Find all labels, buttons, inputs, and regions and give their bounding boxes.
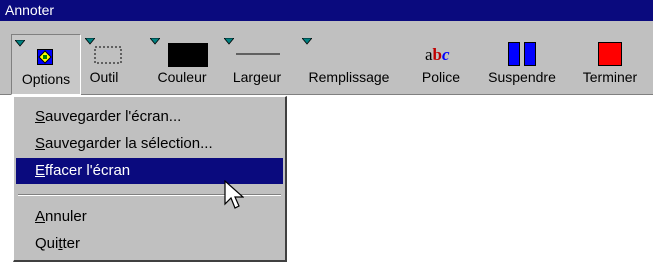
dropdown-arrow-icon[interactable] bbox=[224, 38, 234, 45]
menu-item-label: ffacer l'écran bbox=[45, 162, 131, 179]
options-button[interactable]: Options bbox=[11, 34, 81, 95]
dashed-rectangle-icon bbox=[94, 46, 122, 64]
menu-item-label: auvegarder l'écran... bbox=[45, 108, 182, 125]
color-swatch-icon bbox=[168, 43, 208, 67]
terminer-button[interactable]: Terminer bbox=[572, 35, 648, 93]
line-width-icon bbox=[236, 53, 280, 55]
police-button[interactable]: abc Police bbox=[413, 35, 469, 93]
dropdown-arrow-icon[interactable] bbox=[302, 38, 312, 45]
menu-item-accelerator: E bbox=[35, 162, 46, 179]
menu-item-label: nnuler bbox=[45, 208, 87, 225]
largeur-button[interactable]: Largeur bbox=[222, 35, 292, 93]
suspendre-button[interactable]: Suspendre bbox=[476, 35, 568, 93]
dropdown-arrow-icon[interactable] bbox=[150, 38, 160, 45]
options-menu: Sauvegarder l'écran... Sauvegarder la sé… bbox=[13, 96, 287, 262]
options-label: Options bbox=[21, 71, 71, 87]
menu-item-label: Qui bbox=[35, 235, 59, 252]
remplissage-button[interactable]: Remplissage bbox=[296, 35, 402, 93]
couleur-label: Couleur bbox=[157, 69, 207, 85]
remplissage-label: Remplissage bbox=[308, 69, 390, 85]
menu-item-accelerator: A bbox=[35, 208, 46, 225]
title-bar: Annoter bbox=[0, 0, 653, 21]
menu-item-accelerator: S bbox=[35, 135, 46, 152]
couleur-button[interactable]: Couleur bbox=[146, 35, 218, 93]
font-icon: abc bbox=[425, 45, 450, 64]
menu-item-sauvegarder-ecran[interactable]: Sauvegarder l'écran... bbox=[16, 104, 283, 130]
menu-item-quitter[interactable]: Quitter bbox=[16, 231, 283, 257]
largeur-label: Largeur bbox=[232, 69, 282, 85]
outil-button[interactable]: Outil bbox=[82, 35, 126, 93]
menu-item-sauvegarder-selection[interactable]: Sauvegarder la sélection... bbox=[16, 131, 283, 157]
outil-label: Outil bbox=[89, 69, 119, 85]
menu-item-label: auvegarder la sélection... bbox=[45, 135, 213, 152]
annoter-window: Annoter Options Outil Couleur Largeur Re… bbox=[0, 0, 653, 267]
dropdown-arrow-icon[interactable] bbox=[15, 40, 25, 47]
options-icon bbox=[37, 49, 53, 65]
menu-item-accelerator: S bbox=[35, 108, 46, 125]
pause-icon bbox=[508, 42, 536, 66]
police-label: Police bbox=[421, 69, 461, 85]
dropdown-arrow-icon[interactable] bbox=[85, 38, 95, 45]
stop-icon bbox=[598, 42, 622, 66]
menu-item-label: ter bbox=[62, 235, 81, 252]
mouse-cursor-icon bbox=[224, 180, 244, 209]
toolbar: Options Outil Couleur Largeur Remplissag… bbox=[0, 21, 653, 95]
terminer-label: Terminer bbox=[582, 69, 638, 85]
window-title: Annoter bbox=[5, 2, 55, 18]
suspendre-label: Suspendre bbox=[488, 69, 556, 85]
